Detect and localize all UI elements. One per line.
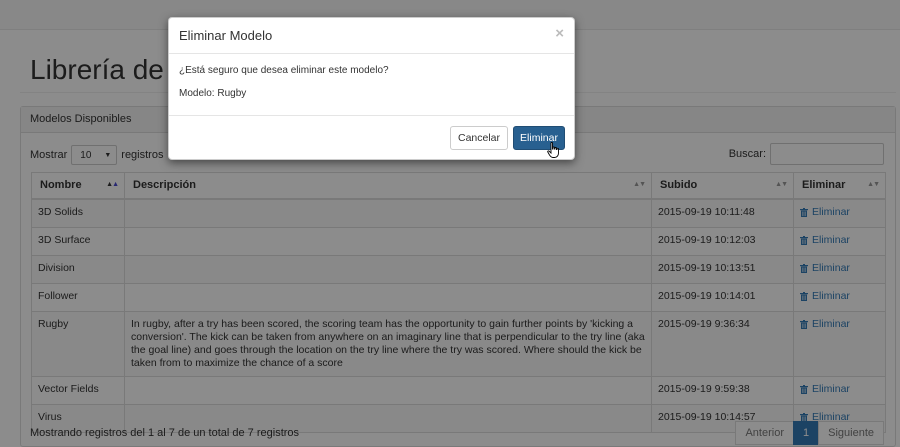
modal-title: Eliminar Modelo — [179, 28, 273, 43]
modal-body: ¿Está seguro que desea eliminar este mod… — [169, 54, 574, 116]
model-name-label: Modelo: Rugby — [179, 88, 247, 99]
modal-footer: Cancelar Eliminar — [169, 116, 574, 160]
modal-header: Eliminar Modelo × — [169, 18, 574, 54]
hand-pointer-icon — [547, 142, 559, 158]
cancel-button[interactable]: Cancelar — [450, 126, 508, 150]
confirm-question: ¿Está seguro que desea eliminar este mod… — [179, 65, 389, 76]
close-icon[interactable]: × — [555, 26, 564, 41]
delete-model-dialog: Eliminar Modelo × ¿Está seguro que desea… — [168, 17, 575, 160]
